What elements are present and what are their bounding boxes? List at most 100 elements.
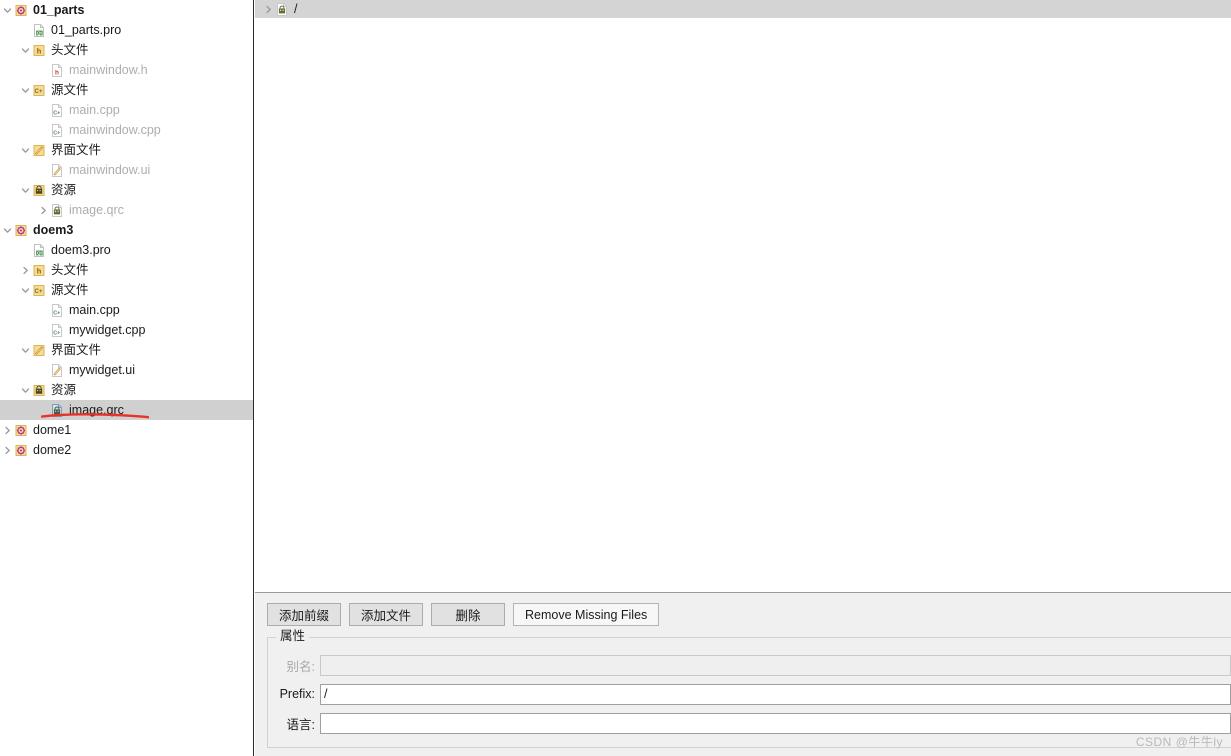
properties-groupbox: 属性 别名: Prefix: / 语言: <box>267 629 1231 748</box>
tree-item[interactable]: h 头文件 <box>0 260 253 280</box>
chevron-down-icon[interactable] <box>18 46 32 55</box>
project-tree[interactable]: 01_parts Qt 01_parts.pro h 头文件 h mainwindow.h C… <box>0 0 253 460</box>
project-icon <box>14 3 28 18</box>
tree-item-label: 源文件 <box>51 83 89 97</box>
chevron-down-icon[interactable] <box>18 386 32 395</box>
tree-item-label: 界面文件 <box>51 143 102 157</box>
tree-item[interactable]: 资源 <box>0 380 253 400</box>
property-row: 语言: <box>268 712 1231 734</box>
pro-file-icon: Qt <box>32 23 46 38</box>
prefix-label: Prefix: <box>279 687 315 701</box>
tree-item[interactable]: C+ main.cpp <box>0 100 253 120</box>
h-file-icon: h <box>50 63 64 78</box>
add-prefix-button[interactable]: 添加前缀 <box>267 603 342 626</box>
tree-item[interactable]: 界面文件 <box>0 340 253 360</box>
tree-item[interactable]: dome1 <box>0 420 253 440</box>
chevron-right-icon[interactable] <box>36 206 50 215</box>
chevron-down-icon[interactable] <box>0 6 14 15</box>
chevron-down-icon[interactable] <box>0 226 14 235</box>
svg-text:C+: C+ <box>53 110 60 116</box>
tree-item-label: doem3 <box>33 223 74 237</box>
tree-item[interactable]: C+ main.cpp <box>0 300 253 320</box>
language-label: 语言: <box>286 717 315 732</box>
alias-input <box>320 654 1231 676</box>
tree-item[interactable]: image.qrc <box>0 200 253 220</box>
tree-item[interactable]: C+ mywidget.cpp <box>0 320 253 340</box>
tree-item-label: 01_parts <box>33 3 85 17</box>
tree-item-label: main.cpp <box>69 103 120 117</box>
chevron-right-icon[interactable] <box>0 446 14 455</box>
tree-item-label: mywidget.ui <box>69 363 135 377</box>
cpp-file-icon: C+ <box>50 323 64 338</box>
svg-text:C+: C+ <box>35 289 43 295</box>
chevron-right-icon[interactable] <box>18 266 32 275</box>
qrc-bottom-panel: 添加前缀 添加文件 删除 Remove Missing Files 属性 别名: Pre… <box>255 592 1231 756</box>
tree-item-label: mywidget.cpp <box>69 323 146 337</box>
svg-text:C+: C+ <box>53 130 60 136</box>
tree-item-label: 源文件 <box>51 283 89 297</box>
qrc-resource-tree[interactable]: / <box>255 0 1231 591</box>
tree-item[interactable]: 01_parts <box>0 0 253 20</box>
alias-label: 别名: <box>286 659 315 674</box>
tree-item[interactable]: mainwindow.ui <box>0 160 253 180</box>
chevron-down-icon[interactable] <box>18 286 32 295</box>
svg-text:h: h <box>55 69 59 76</box>
remove-button[interactable]: 删除 <box>431 603 506 626</box>
chevron-down-icon[interactable] <box>18 346 32 355</box>
svg-text:Qt: Qt <box>37 30 42 35</box>
tree-item[interactable]: doem3 <box>0 220 253 240</box>
tree-item-label: 资源 <box>51 383 77 397</box>
tree-item-label: 资源 <box>51 183 77 197</box>
tree-item[interactable]: C+ 源文件 <box>0 80 253 100</box>
tree-item[interactable]: dome2 <box>0 440 253 460</box>
tree-item[interactable]: h 头文件 <box>0 40 253 60</box>
qrc-tree-row[interactable]: / <box>255 0 1231 18</box>
prefix-input[interactable]: / <box>320 683 1231 705</box>
tree-item[interactable]: image.qrc <box>0 400 253 420</box>
tree-item[interactable]: Qt 01_parts.pro <box>0 20 253 40</box>
tree-item[interactable]: 资源 <box>0 180 253 200</box>
qrc-folder-icon <box>32 183 46 198</box>
add-files-button[interactable]: 添加文件 <box>349 603 424 626</box>
qt-creator-window: 01_parts Qt 01_parts.pro h 头文件 h mainwindow.h C… <box>0 0 1231 756</box>
tree-item-label: 界面文件 <box>51 343 102 357</box>
svg-text:Qt: Qt <box>37 250 42 255</box>
h-folder-icon: h <box>32 263 46 278</box>
ui-file-icon <box>50 363 64 378</box>
language-input[interactable] <box>320 712 1231 734</box>
cpp-file-icon: C+ <box>50 123 64 138</box>
chevron-down-icon[interactable] <box>18 186 32 195</box>
cpp-file-icon: C+ <box>50 103 64 118</box>
tree-item-label: main.cpp <box>69 303 120 317</box>
ui-folder-icon <box>32 143 46 158</box>
property-row: 别名: <box>268 654 1231 676</box>
chevron-down-icon[interactable] <box>18 86 32 95</box>
chevron-right-icon[interactable] <box>261 5 275 14</box>
chevron-down-icon[interactable] <box>18 146 32 155</box>
qrc-file-icon <box>275 2 289 17</box>
tree-item[interactable]: C+ 源文件 <box>0 280 253 300</box>
chevron-right-icon[interactable] <box>0 426 14 435</box>
qrc-folder-icon <box>32 383 46 398</box>
tree-item[interactable]: 界面文件 <box>0 140 253 160</box>
svg-text:C+: C+ <box>53 330 60 336</box>
watermark: CSDN @牛牛ly <box>1135 735 1223 749</box>
h-folder-icon: h <box>32 43 46 58</box>
cpp-folder-icon: C+ <box>32 283 46 298</box>
project-icon <box>14 223 28 238</box>
project-icon <box>14 443 28 458</box>
svg-text:h: h <box>37 46 42 55</box>
tree-item-label: dome2 <box>33 443 72 457</box>
tree-item-label: 头文件 <box>51 263 89 277</box>
project-icon <box>14 423 28 438</box>
tree-item-label: image.qrc <box>69 203 124 217</box>
tree-item[interactable]: Qt doem3.pro <box>0 240 253 260</box>
project-tree-panel[interactable]: 01_parts Qt 01_parts.pro h 头文件 h mainwindow.h C… <box>0 0 254 756</box>
cpp-folder-icon: C+ <box>32 83 46 98</box>
qrc-editor: / 添加前缀 添加文件 删除 Remove Missing Files 属性 别名: P… <box>255 0 1231 756</box>
qrc-button-row: 添加前缀 添加文件 删除 Remove Missing Files <box>267 603 660 626</box>
tree-item[interactable]: C+ mainwindow.cpp <box>0 120 253 140</box>
tree-item[interactable]: mywidget.ui <box>0 360 253 380</box>
remove-missing-files-button[interactable]: Remove Missing Files <box>513 603 660 626</box>
tree-item[interactable]: h mainwindow.h <box>0 60 253 80</box>
